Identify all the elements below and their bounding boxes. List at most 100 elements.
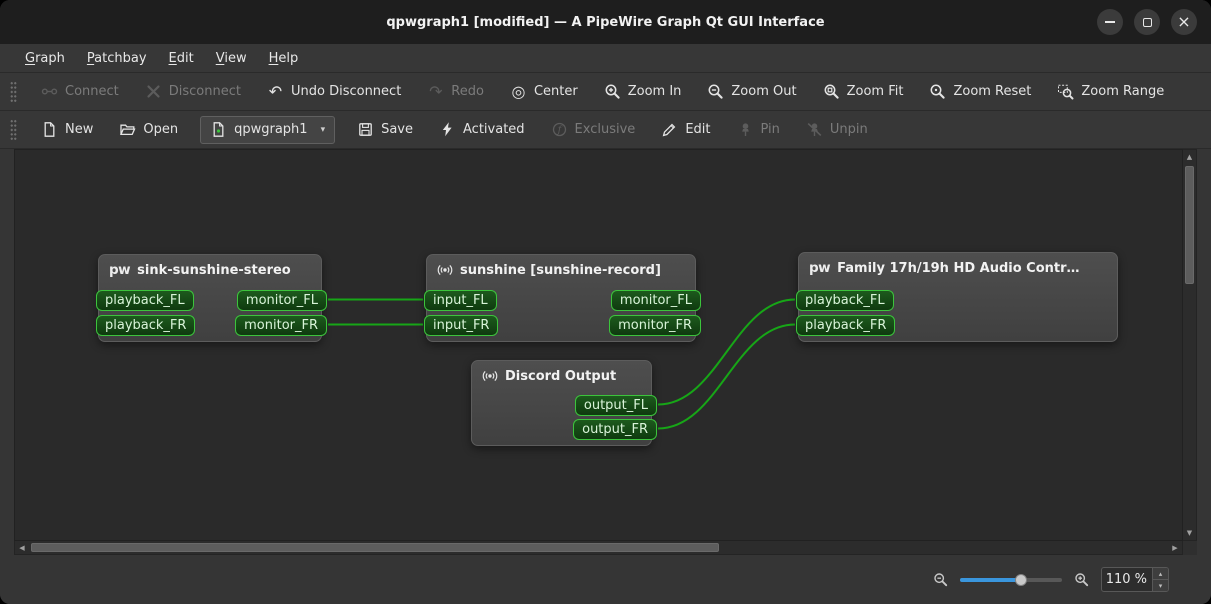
open-button[interactable]: Open <box>109 115 188 145</box>
zoom-out-label: Zoom Out <box>731 84 797 99</box>
menu-graph[interactable]: Graph <box>14 44 76 72</box>
graph-toolbar: Connect Disconnect ↶ Undo Disconnect ↷ R… <box>0 73 1211 111</box>
scroll-down-button[interactable]: ▼ <box>1183 526 1196 540</box>
edit-button[interactable]: Edit <box>651 115 720 145</box>
zoom-slider[interactable] <box>960 572 1062 588</box>
zoom-reset-button[interactable]: Zoom Reset <box>919 77 1041 107</box>
port-playback-fl[interactable]: playback_FL <box>796 290 894 311</box>
scroll-up-button[interactable]: ▲ <box>1183 150 1196 164</box>
menu-view[interactable]: View <box>205 44 258 72</box>
statusbar: 110 % ▴ ▾ <box>0 555 1211 604</box>
zoom-slider-track[interactable] <box>960 577 1062 582</box>
zoom-slider-handle[interactable] <box>1015 573 1027 586</box>
scroll-up-icon: ▲ <box>1186 153 1193 161</box>
spin-up-icon: ▴ <box>1158 569 1163 578</box>
new-button[interactable]: New <box>31 115 103 145</box>
close-button[interactable]: × <box>1171 9 1197 35</box>
disconnect-button[interactable]: Disconnect <box>135 77 251 107</box>
port-monitor-fl[interactable]: monitor_FL <box>610 290 701 311</box>
redo-button[interactable]: ↷ Redo <box>417 77 494 107</box>
port-input-fl[interactable]: input_FL <box>424 290 497 311</box>
node-sunshine-record[interactable]: sunshine [sunshine-record] input_FL inpu… <box>424 254 701 342</box>
menu-patchbay[interactable]: Patchbay <box>76 44 158 72</box>
maximize-button[interactable] <box>1134 9 1160 35</box>
unpin-button[interactable]: Unpin <box>796 115 878 145</box>
exclusive-button[interactable]: f Exclusive <box>541 115 646 145</box>
port-output-fr[interactable]: output_FR <box>573 419 657 440</box>
new-label: New <box>65 122 94 137</box>
connect-icon <box>41 88 58 95</box>
redo-label: Redo <box>451 84 484 99</box>
zoom-spinbox[interactable]: 110 % ▴ ▾ <box>1101 567 1169 592</box>
toolbar-grip[interactable] <box>10 80 17 103</box>
zoom-range-label: Zoom Range <box>1081 84 1165 99</box>
unpin-label: Unpin <box>829 122 868 137</box>
vertical-scroll-thumb[interactable] <box>1185 166 1194 284</box>
graph-canvas[interactable]: pw sink-sunshine-stereo playback_FL play… <box>14 149 1183 541</box>
window-title: qpwgraph1 [modified] — A PipeWire Graph … <box>386 14 825 30</box>
port-monitor-fr[interactable]: monitor_FR <box>609 315 701 336</box>
save-button[interactable]: Save <box>347 115 423 145</box>
zoom-range-button[interactable]: Zoom Range <box>1047 77 1174 107</box>
patchbay-select-value: qpwgraph1 <box>234 122 308 137</box>
pin-button[interactable]: Pin <box>727 115 790 145</box>
scroll-left-button[interactable]: ◀ <box>15 541 29 554</box>
app-window: qpwgraph1 [modified] — A PipeWire Graph … <box>0 0 1211 604</box>
menu-help[interactable]: Help <box>258 44 310 72</box>
zoom-in-label: Zoom In <box>627 84 682 99</box>
port-monitor-fl[interactable]: monitor_FL <box>236 290 327 311</box>
port-input-fr[interactable]: input_FR <box>424 315 499 336</box>
undo-disconnect-label: Undo Disconnect <box>290 84 402 99</box>
activated-button[interactable]: Activated <box>429 115 535 145</box>
activated-label: Activated <box>463 122 525 137</box>
port-playback-fl[interactable]: playback_FL <box>96 290 194 311</box>
zoom-out-mini-icon[interactable] <box>933 572 948 587</box>
connect-label: Connect <box>65 84 119 99</box>
open-folder-icon <box>120 124 136 136</box>
horizontal-scroll-thumb[interactable] <box>31 543 719 552</box>
titlebar[interactable]: qpwgraph1 [modified] — A PipeWire Graph … <box>0 0 1211 44</box>
node-discord-output[interactable]: Discord Output output_FL output_FR <box>471 360 657 446</box>
zoom-spin-up-button[interactable]: ▴ <box>1153 568 1168 579</box>
new-file-icon <box>44 122 55 137</box>
zoom-fit-button[interactable]: Zoom Fit <box>813 77 914 107</box>
port-monitor-fr[interactable]: monitor_FR <box>235 315 327 336</box>
undo-disconnect-button[interactable]: ↶ Undo Disconnect <box>257 77 411 107</box>
unpin-icon <box>807 123 822 136</box>
minimize-button[interactable] <box>1097 9 1123 35</box>
menu-edit[interactable]: Edit <box>158 44 205 72</box>
zoom-in-icon <box>605 84 620 99</box>
canvas-area: pw sink-sunshine-stereo playback_FL play… <box>0 149 1211 555</box>
center-button[interactable]: ◎ Center <box>500 77 588 107</box>
menu-patchbay-label: Patchbay <box>86 50 147 66</box>
scroll-right-button[interactable]: ▶ <box>1168 541 1182 554</box>
chevron-down-icon: ▾ <box>320 124 326 135</box>
menu-graph-label: Graph <box>25 50 65 66</box>
zoom-out-button[interactable]: Zoom Out <box>697 77 806 107</box>
zoom-spin-buttons: ▴ ▾ <box>1152 568 1168 591</box>
zoom-in-button[interactable]: Zoom In <box>594 77 692 107</box>
port-playback-fr[interactable]: playback_FR <box>96 315 196 336</box>
horizontal-scrollbar[interactable]: ◀ ▶ <box>14 541 1183 555</box>
patchbay-select[interactable]: qpwgraph1 ▾ <box>200 115 336 144</box>
node-title: pw sink-sunshine-stereo <box>99 255 321 282</box>
redo-icon: ↷ <box>429 82 443 101</box>
scroll-down-icon: ▼ <box>1186 529 1193 537</box>
node-title-text: sink-sunshine-stereo <box>137 262 291 278</box>
scrollbar-corner <box>1183 541 1197 555</box>
port-output-fl[interactable]: output_FL <box>574 395 657 416</box>
record-icon <box>437 264 453 276</box>
node-family-hd-audio[interactable]: pw Family 17h/19h HD Audio Contr… playba… <box>796 252 1118 342</box>
port-playback-fr[interactable]: playback_FR <box>796 315 896 336</box>
zoom-spin-down-button[interactable]: ▾ <box>1153 579 1168 591</box>
connect-button[interactable]: Connect <box>31 77 129 107</box>
horizontal-scroll-track[interactable] <box>29 541 1168 554</box>
menubar: Graph Patchbay Edit View Help <box>0 44 1211 73</box>
pin-icon <box>741 123 749 136</box>
vertical-scroll-track[interactable] <box>1183 164 1196 526</box>
toolbar-grip[interactable] <box>10 118 17 141</box>
vertical-scrollbar[interactable]: ▲ ▼ <box>1183 149 1197 541</box>
zoom-in-mini-icon[interactable] <box>1074 572 1089 587</box>
node-sink-sunshine-stereo[interactable]: pw sink-sunshine-stereo playback_FL play… <box>96 254 327 342</box>
minimize-icon <box>1105 21 1115 23</box>
